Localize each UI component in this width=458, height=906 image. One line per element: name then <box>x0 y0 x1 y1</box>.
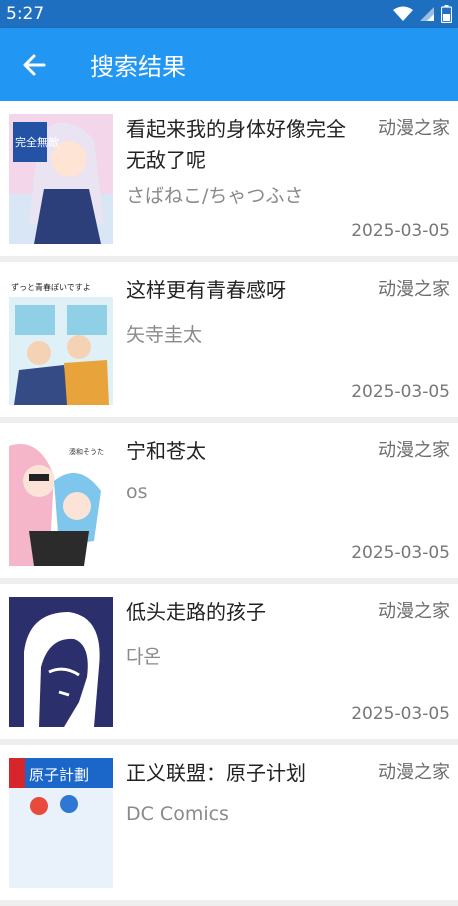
result-title: 这样更有青春感呀 <box>126 278 286 302</box>
result-author: 다온 <box>126 646 161 668</box>
back-button[interactable] <box>0 28 68 101</box>
result-source: 动漫之家 <box>378 601 450 622</box>
result-item[interactable]: 原子計劃 正义联盟：原子计划 DC Comics 动漫之家 <box>0 745 458 900</box>
status-time: 5:27 <box>6 4 45 24</box>
result-date: 2025-03-05 <box>351 543 450 563</box>
result-author: DC Comics <box>126 803 229 825</box>
status-icons <box>393 5 452 23</box>
page-title: 搜索结果 <box>90 53 186 81</box>
result-date: 2025-03-05 <box>351 704 450 724</box>
cover-image: 完全無敵 <box>9 114 113 244</box>
result-date: 2025-03-05 <box>351 382 450 402</box>
cover-text: 完全無敵 <box>15 135 59 149</box>
cover-text: ずっと青春ぽいですよ <box>11 282 91 292</box>
app-bar: 搜索结果 <box>0 28 458 101</box>
result-author: 矢寺圭太 <box>126 324 203 346</box>
result-title: 宁和苍太 <box>126 439 206 463</box>
result-title: 低头走路的孩子 <box>126 600 266 624</box>
arrow-left-icon <box>23 54 46 75</box>
result-author: さばねこ/ちゃつふさ <box>126 185 304 207</box>
result-source: 动漫之家 <box>378 440 450 461</box>
result-item[interactable]: 湊和そうた 宁和苍太 os 动漫之家 2025-03-05 <box>0 423 458 578</box>
result-source: 动漫之家 <box>378 762 450 783</box>
result-item[interactable]: ずっと青春ぽいですよ 这样更有青春感呀 矢寺圭太 动漫之家 2025-03-05 <box>0 262 458 417</box>
cover-image: 湊和そうた <box>9 436 113 566</box>
cover-image: ずっと青春ぽいですよ <box>9 275 113 405</box>
result-source: 动漫之家 <box>378 118 450 139</box>
result-source: 动漫之家 <box>378 279 450 300</box>
signal-icon <box>420 7 434 21</box>
svg-text:湊和そうた: 湊和そうた <box>69 447 104 456</box>
cover-image <box>9 597 113 727</box>
result-item[interactable]: 低头走路的孩子 다온 动漫之家 2025-03-05 <box>0 584 458 739</box>
cover-image: 原子計劃 <box>9 758 113 888</box>
result-item[interactable]: 完全無敵 看起来我的身体好像完全无敌了呢 さばねこ/ちゃつふさ 动漫之家 202… <box>0 101 458 256</box>
result-date: 2025-03-05 <box>351 221 450 241</box>
battery-icon <box>441 5 452 23</box>
wifi-icon <box>393 6 413 21</box>
result-author: os <box>126 481 148 503</box>
search-results-list: 完全無敵 看起来我的身体好像完全无敌了呢 さばねこ/ちゃつふさ 动漫之家 202… <box>0 101 458 906</box>
result-title: 看起来我的身体好像完全无敌了呢 <box>126 117 346 172</box>
status-bar: 5:27 <box>0 0 458 28</box>
result-title: 正义联盟：原子计划 <box>126 761 306 785</box>
cover-text: 原子計劃 <box>29 766 89 784</box>
